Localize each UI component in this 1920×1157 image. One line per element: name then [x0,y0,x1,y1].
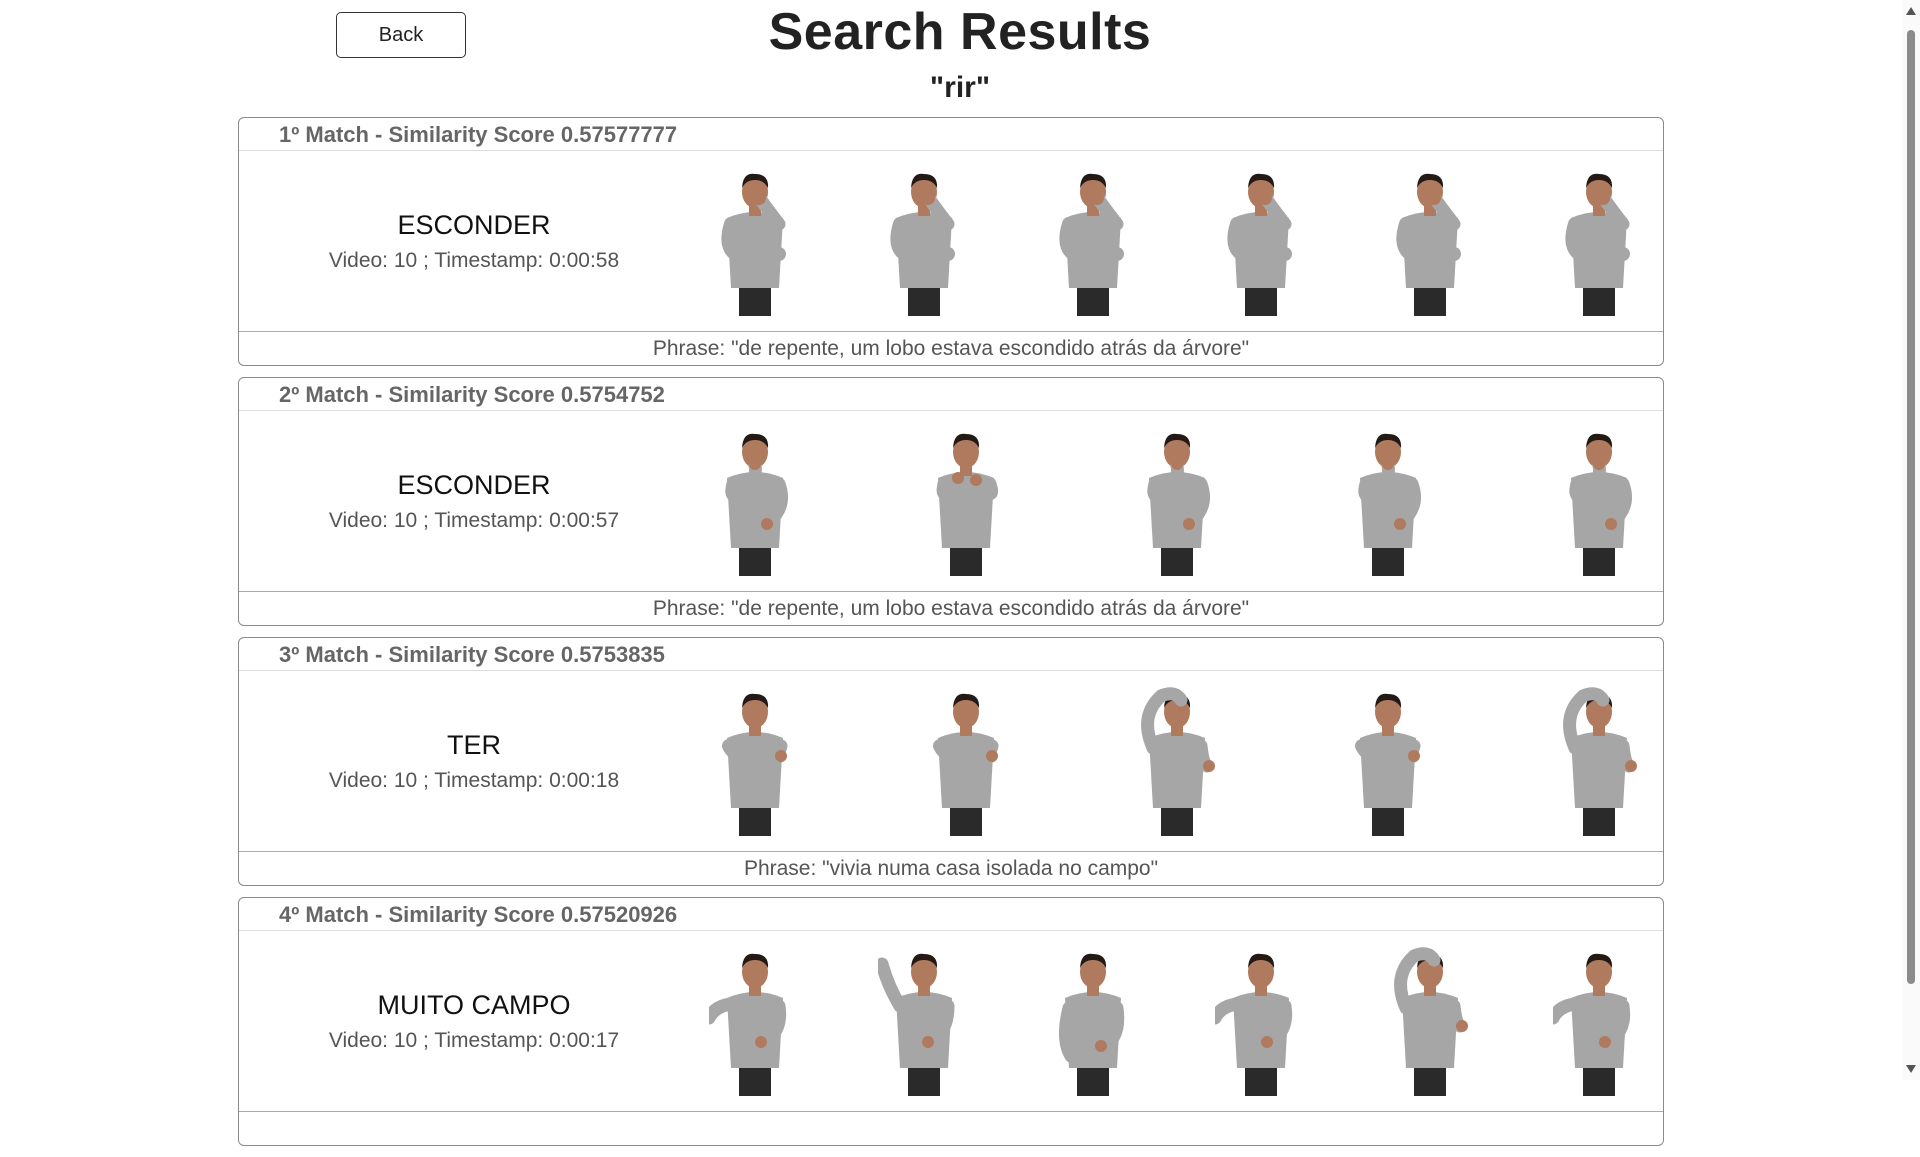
match-body: MUITO CAMPO Video: 10 ; Timestamp: 0:00:… [239,931,1663,1112]
frame-strip [709,151,1663,331]
match-meta: TER Video: 10 ; Timestamp: 0:00:18 [239,730,709,793]
search-query: "rir" [929,71,991,104]
phrase-text: Phrase: "vivia numa casa isolada no camp… [743,857,1159,880]
scroll-down-arrow-icon[interactable] [1905,1064,1917,1074]
match-header: 2º Match - Similarity Score 0.5754752 [239,378,1663,411]
sign-frame-image [1141,687,1215,836]
frame-strip [709,411,1663,591]
match-body: TER Video: 10 ; Timestamp: 0:00:18 [239,671,1663,852]
sign-frame-image [1396,173,1462,316]
sign-gloss: TER [447,729,501,760]
sign-gloss: ESCONDER [397,209,551,240]
phrase-text: Phrase: "de repente, um lobo estava esco… [652,597,1250,620]
sign-frame-image [890,173,955,316]
sign-frame-image [1565,173,1630,316]
video-timestamp: Video: 10 ; Timestamp: 0:00:57 [328,508,620,532]
sign-frame-image [725,433,788,576]
sign-frame-image [709,953,787,1096]
match-header: 3º Match - Similarity Score 0.5753835 [239,638,1663,671]
video-timestamp: Video: 10 ; Timestamp: 0:00:17 [328,1028,620,1052]
sign-frame-image [1394,947,1469,1096]
results-list: 1º Match - Similarity Score 0.57577777 E… [238,117,1664,1157]
sign-gloss: ESCONDER [397,469,551,500]
match-body: ESCONDER Video: 10 ; Timestamp: 0:00:58 [239,151,1663,332]
scroll-up-arrow-icon[interactable] [1905,6,1917,16]
frame-strip [709,931,1663,1111]
sign-frame-image [1058,173,1124,316]
phrase-text [239,1112,1663,1145]
sign-gloss: MUITO CAMPO [377,989,571,1020]
match-meta: MUITO CAMPO Video: 10 ; Timestamp: 0:00:… [239,990,709,1053]
match-header: 4º Match - Similarity Score 0.57520926 [239,898,1663,931]
sign-frame-image [722,693,788,836]
sign-frame-image [933,693,999,836]
sign-frame-image [1058,953,1124,1096]
match-body: ESCONDER Video: 10 ; Timestamp: 0:00:57 [239,411,1663,592]
sign-frame-image [1552,953,1631,1096]
sign-frame-image [877,953,955,1096]
sign-frame-image [1147,433,1210,576]
frame-strip [709,671,1663,851]
phrase-text: Phrase: "de repente, um lobo estava esco… [652,337,1250,360]
match-header: 1º Match - Similarity Score 0.57577777 [239,118,1663,151]
video-timestamp: Video: 10 ; Timestamp: 0:00:58 [328,248,620,272]
result-card: 1º Match - Similarity Score 0.57577777 E… [238,117,1664,366]
result-card: 4º Match - Similarity Score 0.57520926 M… [238,897,1664,1146]
sign-frame-image [1358,433,1421,576]
sign-frame-image [1355,693,1421,836]
vertical-scrollbar[interactable] [1902,0,1920,1080]
scrollbar-thumb[interactable] [1907,30,1915,984]
page-title: Search Results [768,3,1152,61]
sign-frame-image [721,173,786,316]
result-card: 3º Match - Similarity Score 0.5753835 TE… [238,637,1664,886]
sign-frame-image [1563,687,1637,836]
result-card: 2º Match - Similarity Score 0.5754752 ES… [238,377,1664,626]
sign-frame-image [1227,173,1293,316]
sign-frame-image [1215,953,1293,1096]
sign-frame-image [1569,433,1632,576]
video-timestamp: Video: 10 ; Timestamp: 0:00:18 [328,768,620,792]
sign-frame-image [936,433,999,576]
match-meta: ESCONDER Video: 10 ; Timestamp: 0:00:57 [239,470,709,533]
match-meta: ESCONDER Video: 10 ; Timestamp: 0:00:58 [239,210,709,273]
